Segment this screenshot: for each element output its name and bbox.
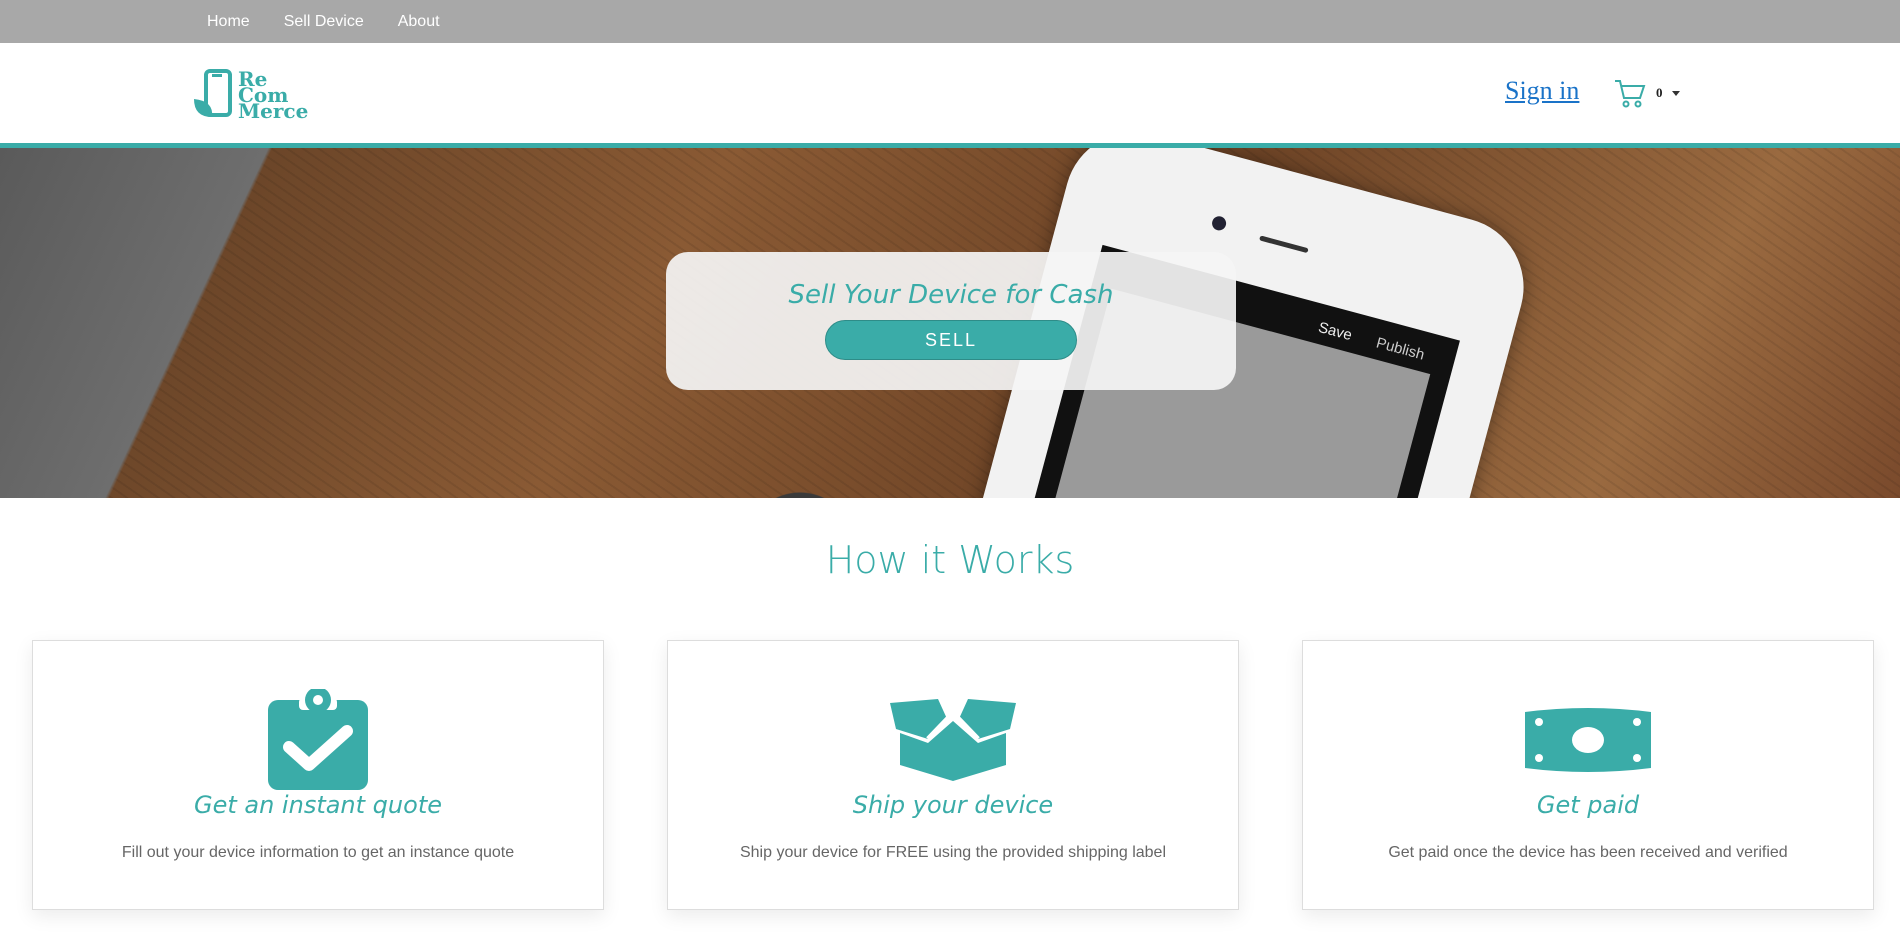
- logo[interactable]: Re Com Merce: [192, 69, 308, 121]
- card-description: Ship your device for FREE using the prov…: [739, 844, 1167, 861]
- clipboard-check-icon: [268, 688, 368, 790]
- logo-line-3: Merce: [238, 99, 309, 123]
- sell-button[interactable]: SELL: [825, 320, 1077, 360]
- card-description: Fill out your device information to get …: [121, 844, 515, 861]
- how-it-works-title: How it Works: [825, 538, 1075, 582]
- site-header: Re Com Merce Sign in 0: [0, 43, 1900, 148]
- card-instant-quote: Get an instant quote Fill out your devic…: [32, 640, 604, 910]
- phone-publish-text: Publish: [1374, 334, 1427, 364]
- cart-dropdown[interactable]: 0: [1614, 77, 1680, 109]
- how-it-works-cards: Get an instant quote Fill out your devic…: [32, 640, 1874, 910]
- nav-home[interactable]: Home: [207, 13, 250, 31]
- phone-save-text: Save: [1316, 318, 1354, 345]
- card-title: Ship your device: [852, 791, 1054, 819]
- card-title: Get paid: [1536, 791, 1640, 819]
- sign-in-link[interactable]: Sign in: [1505, 76, 1579, 106]
- card-title: Get an instant quote: [193, 791, 442, 819]
- phone-leaf-logo-icon: [194, 69, 232, 117]
- phone-speaker: [1259, 235, 1309, 254]
- card-description: Get paid once the device has been receiv…: [1388, 844, 1788, 861]
- money-bill-icon: [1525, 707, 1651, 772]
- top-nav: Home Sell Device About: [0, 0, 1900, 43]
- card-ship-device: Ship your device Ship your device for FR…: [667, 640, 1239, 910]
- card-get-paid: Get paid Get paid once the device has be…: [1302, 640, 1874, 910]
- nav-about[interactable]: About: [398, 13, 440, 31]
- hero-card: Sell Your Device for Cash SELL: [666, 252, 1236, 390]
- cart-count: 0: [1656, 85, 1663, 100]
- chevron-down-icon: [1671, 90, 1680, 96]
- nav-sell-device[interactable]: Sell Device: [284, 13, 364, 31]
- phone-camera: [1210, 214, 1228, 232]
- hero-title: Sell Your Device for Cash: [788, 280, 1114, 310]
- logo-text: Re Com Merce: [238, 69, 309, 123]
- shopping-cart-icon: [1615, 80, 1646, 108]
- hero-banner: Save Publish Sell Your Device for Cash S…: [0, 148, 1900, 498]
- box-icon: [890, 698, 1016, 781]
